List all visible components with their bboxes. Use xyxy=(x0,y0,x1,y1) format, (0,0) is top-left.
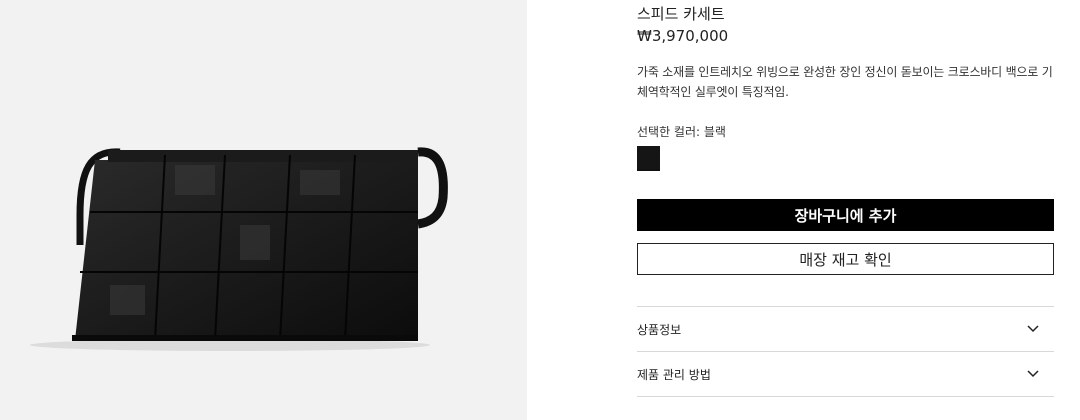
chevron-down-icon xyxy=(1027,370,1039,378)
color-swatch-black[interactable] xyxy=(637,146,660,171)
divider xyxy=(637,396,1054,397)
product-image xyxy=(30,147,448,351)
product-title: 스피드 카세트 xyxy=(637,5,725,23)
product-description: 가죽 소재를 인트레치오 위빙으로 완성한 장인 정신이 돋보이는 크로스바디 … xyxy=(637,65,1053,99)
product-info-panel: 스피드 카세트 ₩3,970,000 가죽 소재를 인트레치오 위빙으로 완성한… xyxy=(637,0,1054,420)
add-to-cart-button[interactable]: 장바구니에 추가 xyxy=(637,199,1054,231)
chevron-down-icon xyxy=(1027,325,1039,333)
check-store-stock-button[interactable]: 매장 재고 확인 xyxy=(637,243,1054,275)
accordion-label: 제품 관리 방법 xyxy=(637,367,711,382)
accordion-care-instructions[interactable]: 제품 관리 방법 xyxy=(637,352,1054,396)
accordion-product-info[interactable]: 상품정보 xyxy=(637,307,1054,351)
product-image-panel xyxy=(0,0,527,420)
product-price: ₩3,970,000 xyxy=(637,27,729,45)
selected-color-label: 선택한 컬러: 블랙 xyxy=(637,125,726,139)
accordion-label: 상품정보 xyxy=(637,322,682,337)
